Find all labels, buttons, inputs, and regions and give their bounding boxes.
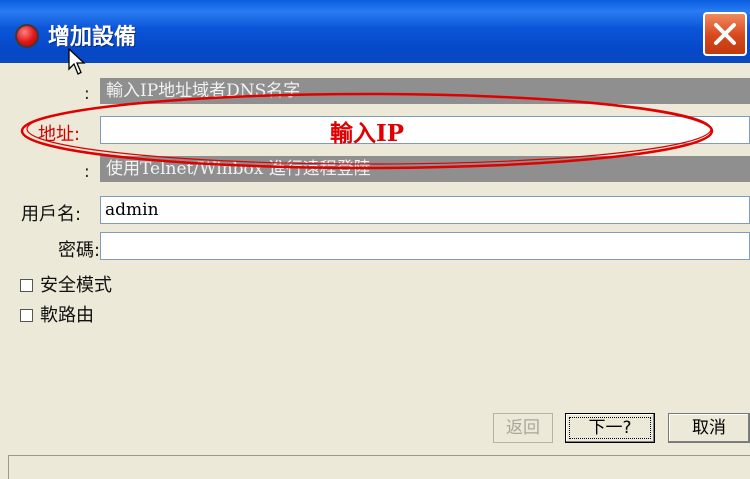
cancel-button[interactable]: 取消: [668, 413, 750, 443]
next-button[interactable]: 下一?: [565, 413, 655, 443]
window-title: 增加設備: [48, 25, 137, 50]
username-field[interactable]: [100, 196, 750, 224]
annotation-input-ip: 輸入IP: [330, 120, 405, 147]
close-button[interactable]: [703, 12, 747, 56]
close-icon: [714, 23, 736, 45]
protocol-hint: 使用Telnet/Winbox 進行遠程登陸: [100, 156, 750, 182]
title-bar[interactable]: 增加設備: [0, 0, 750, 63]
password-field[interactable]: [100, 232, 750, 260]
soft-router-checkbox[interactable]: [20, 309, 33, 322]
username-label: 用戶名:: [21, 204, 82, 225]
address-label: 地址:: [38, 124, 81, 145]
safe-mode-checkbox[interactable]: [20, 279, 33, 292]
back-button[interactable]: 返回: [493, 413, 553, 443]
mouse-pointer-icon: [68, 48, 86, 75]
protocol-hint-colon: :: [84, 162, 90, 182]
address-hint: 輸入IP地址域者DNS名字: [100, 78, 750, 104]
status-bar: [8, 455, 750, 479]
soft-router-label: 軟路由: [40, 305, 94, 326]
focus-rect: [569, 417, 651, 439]
address-hint-colon: :: [84, 84, 90, 104]
add-device-dialog: 增加設備 : 輸入IP地址域者DNS名字 地址: 輸入IP : 使用Telnet…: [0, 0, 750, 479]
password-label: 密碼:: [58, 240, 101, 261]
address-field[interactable]: [100, 116, 750, 144]
safe-mode-label: 安全模式: [40, 275, 112, 296]
red-orb-icon: [15, 24, 39, 48]
